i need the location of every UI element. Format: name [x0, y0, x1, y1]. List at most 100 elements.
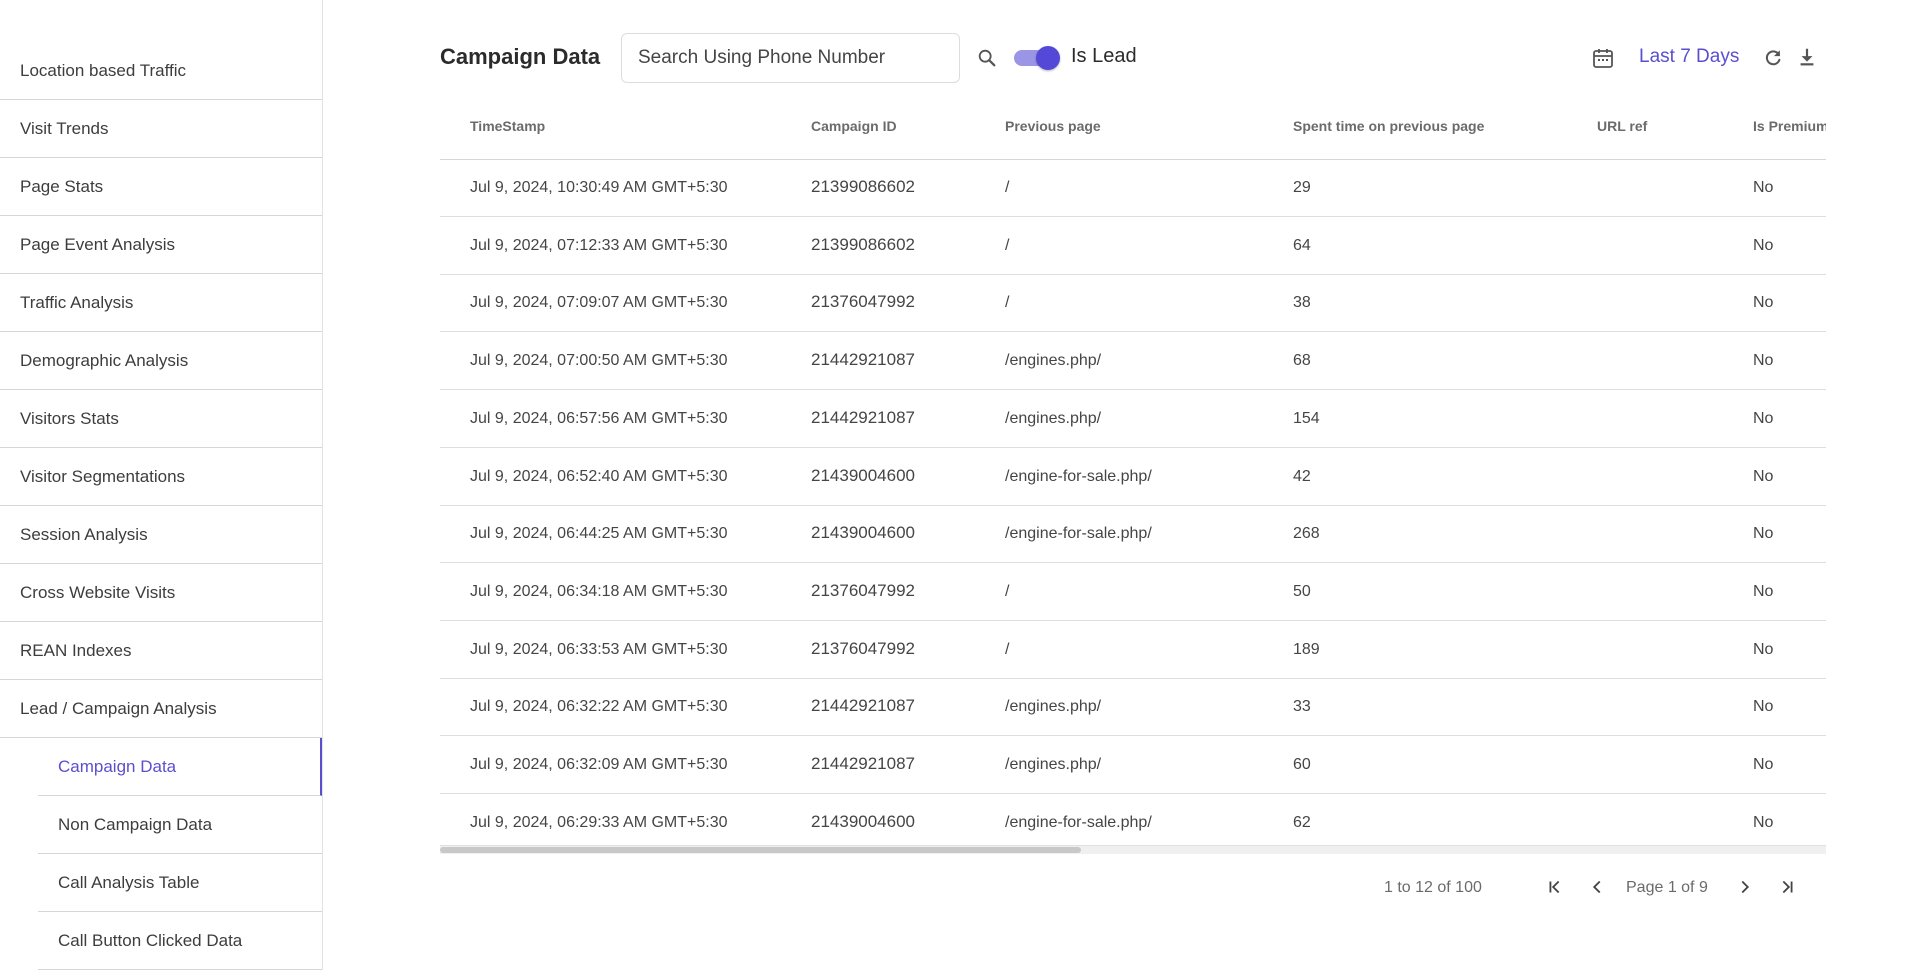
cell-timestamp: Jul 9, 2024, 06:52:40 AM GMT+5:30 [470, 467, 728, 485]
phone-search-input[interactable] [621, 33, 960, 83]
calendar-icon[interactable] [1591, 46, 1615, 70]
last-page-icon[interactable] [1776, 876, 1798, 898]
search-icon[interactable] [976, 47, 998, 69]
cell-campaign-id: 21442921087 [811, 754, 916, 773]
cell-spent-time: 50 [1293, 582, 1311, 600]
cell-is-premium: No [1753, 467, 1774, 485]
table-row[interactable]: Jul 9, 2024, 07:00:50 AM GMT+5:30 2144292… [440, 333, 1826, 391]
table-row[interactable]: Jul 9, 2024, 06:34:18 AM GMT+5:30 2137604… [440, 564, 1826, 621]
sidebar-item-lead-campaign-analysis[interactable]: Lead / Campaign Analysis [0, 680, 322, 738]
cell-previous-page: /engine-for-sale.php/ [1005, 813, 1152, 831]
table-row[interactable]: Jul 9, 2024, 07:12:33 AM GMT+5:30 2139908… [440, 218, 1826, 275]
sidebar-subitem-call-button-clicked-data[interactable]: Call Button Clicked Data [38, 912, 322, 970]
table-row[interactable]: Jul 9, 2024, 07:09:07 AM GMT+5:30 2137604… [440, 275, 1826, 333]
sidebar-subitem-non-campaign-data[interactable]: Non Campaign Data [38, 796, 322, 854]
cell-previous-page: /engines.php/ [1005, 409, 1102, 427]
sidebar-nav: Location based Traffic Visit Trends Page S… [0, 42, 322, 970]
column-header-spent-time[interactable]: Spent time on previous page [1293, 118, 1484, 134]
sidebar-item-traffic-analysis[interactable]: Traffic Analysis [0, 274, 322, 332]
row-count-summary: 1 to 12 of 100 [1384, 879, 1482, 896]
cell-timestamp: Jul 9, 2024, 06:29:33 AM GMT+5:30 [470, 813, 728, 831]
column-header-url-ref[interactable]: URL ref [1597, 118, 1647, 134]
cell-previous-page: / [1005, 582, 1010, 600]
scrollbar-thumb[interactable] [440, 847, 1081, 853]
sidebar-item-visitors-stats[interactable]: Visitors Stats [0, 390, 322, 448]
refresh-icon[interactable] [1762, 47, 1784, 69]
table-row[interactable]: Jul 9, 2024, 10:30:49 AM GMT+5:30 2139908… [440, 160, 1826, 217]
table-row[interactable]: Jul 9, 2024, 06:52:40 AM GMT+5:30 2143900… [440, 449, 1826, 506]
sidebar-item-location-based-traffic[interactable]: Location based Traffic [0, 42, 322, 100]
cell-spent-time: 68 [1293, 352, 1311, 370]
table-row[interactable]: Jul 9, 2024, 06:44:25 AM GMT+5:30 2143900… [440, 506, 1826, 564]
sidebar-item-visit-trends[interactable]: Visit Trends [0, 100, 322, 158]
cell-spent-time: 38 [1293, 294, 1311, 312]
first-page-icon[interactable] [1544, 876, 1566, 898]
cell-is-premium: No [1753, 756, 1774, 773]
sidebar-item-demographic-analysis[interactable]: Demographic Analysis [0, 332, 322, 390]
cell-campaign-id: 21442921087 [811, 696, 916, 716]
cell-campaign-id: 21442921087 [811, 350, 916, 370]
cell-campaign-id: 21442921087 [811, 407, 916, 427]
cell-spent-time: 29 [1293, 179, 1311, 196]
column-header-is-premium[interactable]: Is Premium [1753, 118, 1826, 134]
cell-is-premium: No [1753, 813, 1774, 831]
previous-page-icon[interactable] [1586, 876, 1608, 898]
next-page-icon[interactable] [1734, 876, 1756, 898]
table-header: TimeStamp Campaign ID Previous page Spent t… [440, 100, 1826, 160]
cell-spent-time: 33 [1293, 698, 1311, 716]
cell-timestamp: Jul 9, 2024, 06:32:09 AM GMT+5:30 [470, 756, 728, 773]
toggle-knob [1036, 46, 1060, 70]
page-title: Campaign Data [440, 44, 601, 69]
sidebar-item-page-event-analysis[interactable]: Page Event Analysis [0, 216, 322, 274]
cell-previous-page: /engine-for-sale.php/ [1005, 525, 1152, 543]
page-indicator: Page 1 of 9 [1626, 879, 1708, 896]
is-lead-toggle[interactable] [1014, 45, 1060, 71]
cell-spent-time: 60 [1293, 756, 1311, 773]
sidebar-item-rean-indexes[interactable]: REAN Indexes [0, 622, 322, 680]
date-range-selector[interactable]: Last 7 Days [1639, 46, 1739, 68]
cell-timestamp: Jul 9, 2024, 06:44:25 AM GMT+5:30 [470, 525, 728, 543]
table-row[interactable]: Jul 9, 2024, 06:32:09 AM GMT+5:30 2144292… [440, 737, 1826, 794]
cell-previous-page: / [1005, 640, 1010, 658]
table-row[interactable]: Jul 9, 2024, 06:57:56 AM GMT+5:30 2144292… [440, 391, 1826, 448]
cell-previous-page: / [1005, 294, 1010, 312]
cell-is-premium: No [1753, 698, 1774, 716]
cell-campaign-id: 21439004600 [811, 465, 916, 485]
cell-spent-time: 154 [1293, 409, 1320, 427]
cell-is-premium: No [1753, 582, 1774, 600]
cell-timestamp: Jul 9, 2024, 10:30:49 AM GMT+5:30 [470, 179, 728, 196]
cell-timestamp: Jul 9, 2024, 06:57:56 AM GMT+5:30 [470, 409, 728, 427]
sidebar-item-page-stats[interactable]: Page Stats [0, 158, 322, 216]
cell-spent-time: 189 [1293, 640, 1320, 658]
sidebar-subitem-call-analysis-table[interactable]: Call Analysis Table [38, 854, 322, 912]
sidebar-item-visitor-segmentations[interactable]: Visitor Segmentations [0, 448, 322, 506]
cell-is-premium: No [1753, 294, 1774, 312]
is-lead-label: Is Lead [1071, 45, 1137, 67]
cell-campaign-id: 21376047992 [811, 292, 916, 312]
cell-timestamp: Jul 9, 2024, 06:33:53 AM GMT+5:30 [470, 640, 728, 658]
sidebar-subitem-campaign-data[interactable]: Campaign Data [38, 738, 322, 796]
cell-campaign-id: 21376047992 [811, 638, 916, 658]
table-row[interactable]: Jul 9, 2024, 06:29:33 AM GMT+5:30 2143900… [440, 795, 1826, 852]
cell-campaign-id: 21399086602 [811, 234, 916, 254]
cell-timestamp: Jul 9, 2024, 06:34:18 AM GMT+5:30 [470, 582, 728, 600]
pagination: 1 to 12 of 100 Page 1 of 9 [440, 872, 1826, 902]
column-header-timestamp[interactable]: TimeStamp [470, 118, 545, 134]
horizontal-scrollbar[interactable] [440, 845, 1826, 854]
cell-previous-page: /engines.php/ [1005, 756, 1102, 773]
cell-spent-time: 64 [1293, 236, 1311, 254]
column-header-previous-page[interactable]: Previous page [1005, 118, 1101, 134]
column-header-campaign-id[interactable]: Campaign ID [811, 118, 897, 134]
cell-previous-page: /engines.php/ [1005, 352, 1102, 370]
download-icon[interactable] [1796, 46, 1818, 68]
table-row[interactable]: Jul 9, 2024, 06:32:22 AM GMT+5:30 2144292… [440, 679, 1826, 737]
table-row[interactable]: Jul 9, 2024, 06:33:53 AM GMT+5:30 2137604… [440, 622, 1826, 679]
sidebar: Location based Traffic Visit Trends Page S… [0, 0, 323, 970]
cell-is-premium: No [1753, 640, 1774, 658]
cell-is-premium: No [1753, 352, 1774, 370]
cell-is-premium: No [1753, 236, 1774, 254]
cell-is-premium: No [1753, 525, 1774, 543]
cell-is-premium: No [1753, 179, 1774, 196]
sidebar-item-session-analysis[interactable]: Session Analysis [0, 506, 322, 564]
sidebar-item-cross-website-visits[interactable]: Cross Website Visits [0, 564, 322, 622]
